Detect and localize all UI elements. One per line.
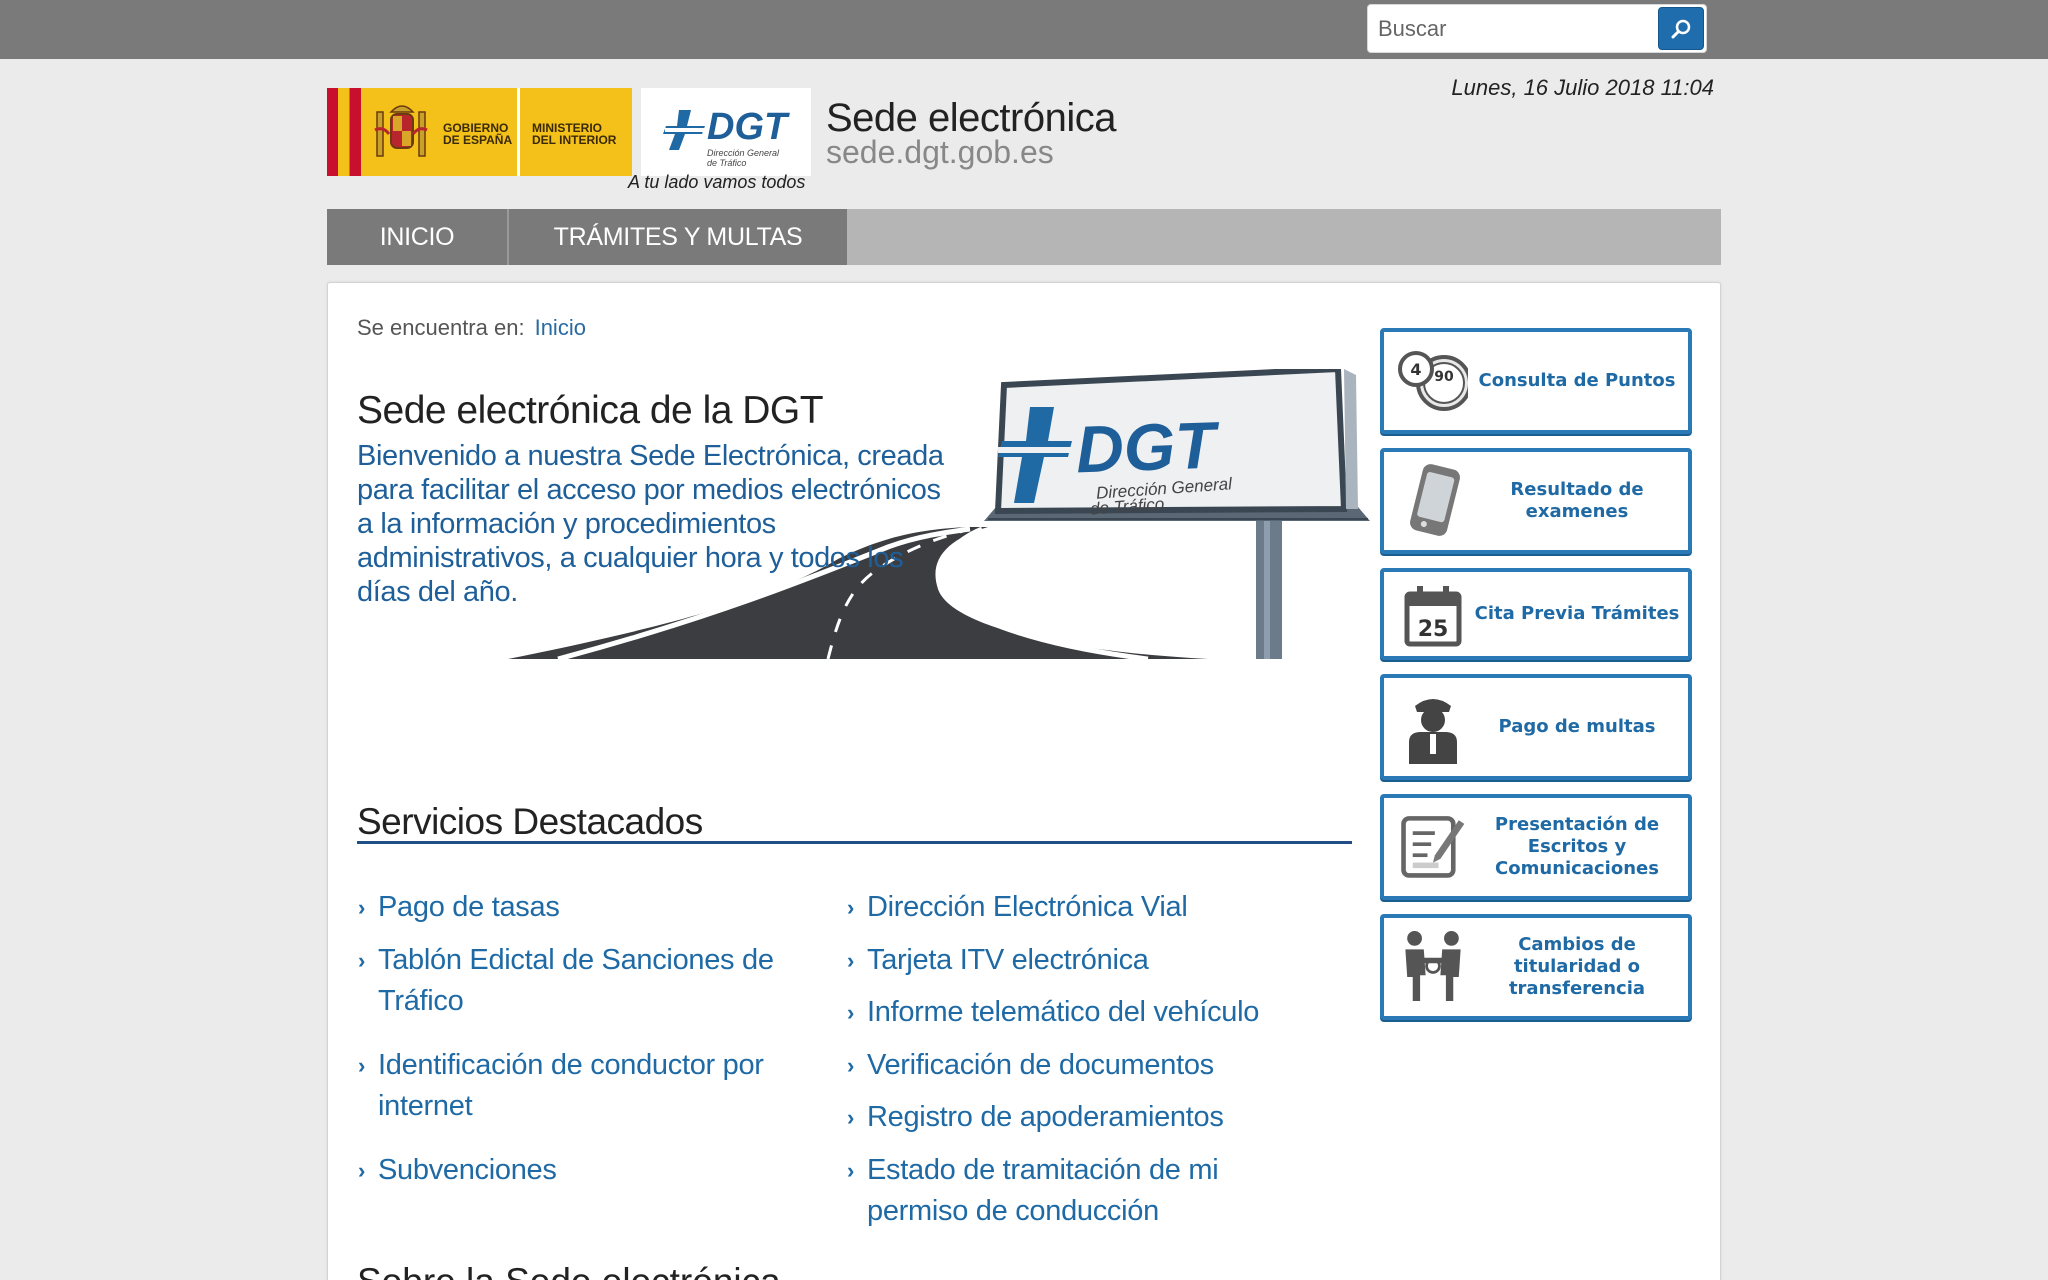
chevron-right-icon: ›: [847, 948, 855, 973]
search-icon: [1671, 19, 1691, 38]
billboard-dgt-cross-icon: [998, 407, 1072, 503]
coat-of-arms-icon: [374, 105, 428, 157]
svg-text:90: 90: [1434, 369, 1454, 385]
side-label: Resultado de examenes: [1510, 479, 1644, 522]
service-label: Tablón Edictal de Sanciones de Tráfico: [378, 944, 774, 1017]
side-resultado-examenes[interactable]: Resultado de examenes: [1380, 448, 1692, 554]
service-informe-telematico[interactable]: › Informe telemático del vehículo: [847, 992, 1327, 1033]
content-panel: Se encuentra en: Inicio DGT Dirección Gen…: [327, 282, 1721, 1280]
breadcrumb: Se encuentra en: Inicio: [357, 315, 586, 341]
chevron-right-icon: ›: [358, 895, 366, 920]
service-tarjeta-itv[interactable]: › Tarjeta ITV electrónica: [847, 940, 1327, 981]
billboard-dgt-text: DGT: [1074, 407, 1217, 487]
intro-title: Sede electrónica de la DGT: [357, 389, 824, 432]
points-icon: 4 90: [1398, 351, 1468, 411]
service-label: Dirección Electrónica Vial: [867, 891, 1188, 923]
ministry-line2: DEL INTERIOR: [532, 133, 617, 147]
service-verificacion-documentos[interactable]: › Verificación de documentos: [847, 1045, 1327, 1086]
search-button[interactable]: [1658, 7, 1704, 50]
service-label: Registro de apoderamientos: [867, 1101, 1224, 1133]
chevron-right-icon: ›: [358, 1158, 366, 1183]
side-cambios-titularidad[interactable]: Cambios de titularidad o transferencia: [1380, 914, 1692, 1020]
nav-tramites-multas[interactable]: TRÁMITES Y MULTAS: [509, 209, 847, 265]
service-identificacion-conductor[interactable]: › Identificación de conductor por interne…: [358, 1045, 818, 1127]
dgt-cross-icon: [663, 110, 705, 150]
current-date: Lunes, 16 Julio 2018 11:04: [1451, 75, 1714, 100]
side-label: Presentación de Escritos y Comunicacione…: [1494, 814, 1660, 879]
service-label: Informe telemático del vehículo: [867, 996, 1260, 1028]
side-cita-previa[interactable]: 25 Cita Previa Trámites: [1380, 568, 1692, 660]
breadcrumb-inicio-link[interactable]: Inicio: [535, 315, 586, 340]
chevron-right-icon: ›: [847, 895, 855, 920]
side-label: Cita Previa Trámites: [1474, 603, 1680, 624]
calendar-day: 25: [1418, 617, 1449, 642]
svg-text:4: 4: [1410, 360, 1421, 379]
service-label: Identificación de conductor por internet: [378, 1049, 764, 1122]
site-url: sede.dgt.gob.es: [826, 134, 1054, 170]
dgt-logo[interactable]: DGT Dirección General de Tráfico: [641, 88, 811, 176]
chevron-right-icon: ›: [847, 1000, 855, 1025]
service-label: Estado de tramitación de mi permiso de c…: [867, 1154, 1219, 1227]
service-registro-apoderamientos[interactable]: › Registro de apoderamientos: [847, 1097, 1327, 1138]
tagline: A tu lado vamos todos: [628, 172, 806, 192]
chevron-right-icon: ›: [847, 1053, 855, 1078]
side-pago-multas[interactable]: Pago de multas: [1380, 674, 1692, 780]
service-tablon-edictal[interactable]: › Tablón Edictal de Sanciones de Tráfico: [358, 940, 818, 1022]
spain-flag-icon: [327, 88, 361, 176]
service-subvenciones[interactable]: › Subvenciones: [358, 1150, 818, 1191]
gobierno-logo[interactable]: GOBIERNO DE ESPAÑA MINISTERIO DEL INTERI…: [327, 88, 632, 176]
chevron-right-icon: ›: [847, 1158, 855, 1183]
handshake-icon: [1405, 931, 1461, 1001]
dgt-logo-sub2: de Tráfico: [707, 158, 747, 168]
service-label: Tarjeta ITV electrónica: [867, 944, 1149, 976]
calendar-icon: 25: [1404, 586, 1462, 647]
service-label: Verificación de documentos: [867, 1049, 1214, 1081]
side-consulta-puntos[interactable]: 4 90 Consulta de Puntos: [1380, 328, 1692, 434]
side-presentacion-escritos[interactable]: Presentación de Escritos y Comunicacione…: [1380, 794, 1692, 900]
service-direccion-electronica-vial[interactable]: › Dirección Electrónica Vial: [847, 887, 1327, 928]
servicios-divider: [357, 841, 1352, 844]
search-input[interactable]: [1368, 5, 1658, 52]
side-label: Pago de multas: [1498, 716, 1656, 737]
phone-icon: [1410, 464, 1460, 536]
side-label: Consulta de Puntos: [1478, 370, 1676, 391]
chevron-right-icon: ›: [358, 1053, 366, 1078]
breadcrumb-prefix: Se encuentra en:: [357, 315, 525, 340]
side-label: Cambios de titularidad o transferencia: [1508, 934, 1646, 999]
chevron-right-icon: ›: [358, 948, 366, 973]
service-estado-tramitacion[interactable]: › Estado de tramitación de mi permiso de …: [847, 1150, 1267, 1232]
servicios-destacados-title: Servicios Destacados: [357, 801, 703, 842]
service-label: Pago de tasas: [378, 891, 560, 923]
main-nav: INICIO TRÁMITES Y MULTAS: [327, 209, 1721, 265]
next-section-title: Sobre la Sede electrónica: [357, 1261, 781, 1280]
search-box: [1367, 4, 1707, 53]
top-bar: [0, 0, 2048, 59]
document-icon: [1401, 816, 1465, 878]
intro-text: Bienvenido a nuestra Sede Electrónica, c…: [357, 440, 944, 608]
dgt-logo-text: DGT: [707, 106, 788, 148]
chevron-right-icon: ›: [847, 1105, 855, 1130]
logo-divider: [517, 88, 520, 176]
service-label: Subvenciones: [378, 1154, 557, 1186]
officer-icon: [1409, 699, 1457, 764]
gov-line2: DE ESPAÑA: [443, 133, 513, 147]
nav-inicio[interactable]: INICIO: [327, 209, 507, 265]
service-pago-tasas[interactable]: › Pago de tasas: [358, 887, 818, 928]
dgt-logo-sub1: Dirección General: [707, 148, 780, 158]
